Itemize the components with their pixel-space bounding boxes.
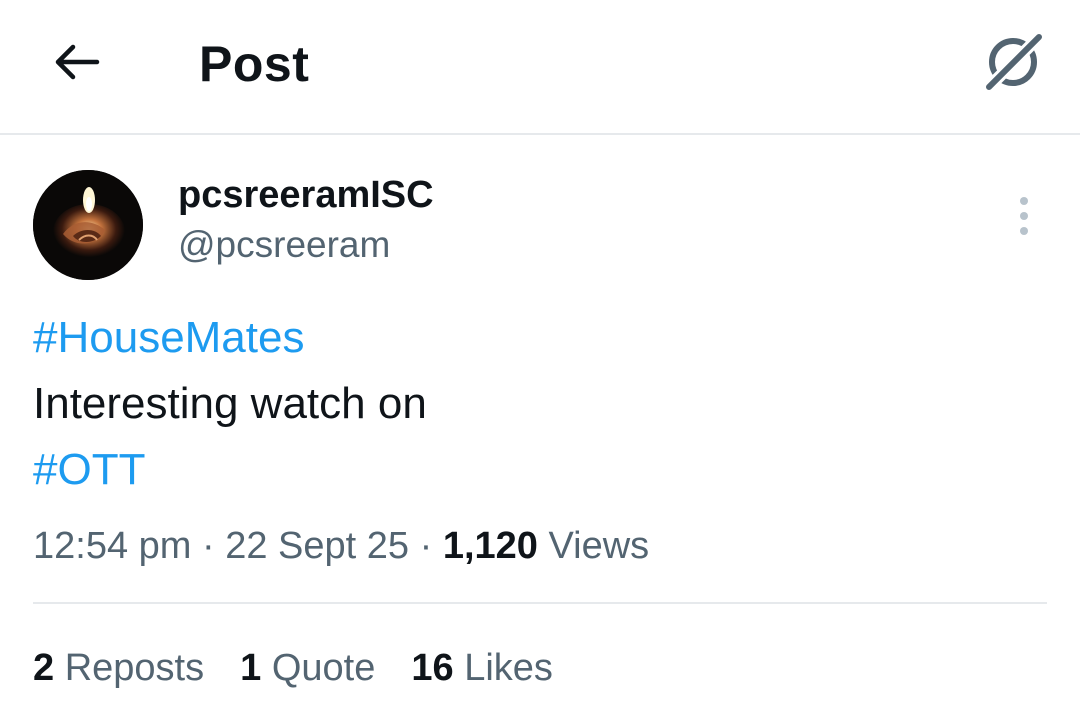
stat-spacer	[375, 642, 411, 694]
meta-separator: ·	[191, 525, 226, 567]
grok-icon	[981, 29, 1047, 93]
back-button[interactable]	[44, 30, 108, 94]
post-time[interactable]: 12:54 pm	[33, 525, 191, 567]
hashtag-link[interactable]: #HouseMates	[33, 305, 427, 371]
arrow-left-icon	[55, 44, 100, 80]
likes-count: 16	[411, 647, 454, 689]
post-text-line: Interesting watch on	[33, 379, 427, 428]
more-vertical-icon	[1020, 197, 1028, 205]
likes-label: Likes	[464, 647, 553, 689]
divider	[33, 602, 1047, 604]
more-vertical-icon-dot	[1020, 212, 1028, 220]
post-detail-page: Post pcsreeramISC @pcsreeram #HouseMates…	[0, 0, 1080, 718]
more-options-button[interactable]	[1004, 188, 1044, 244]
post-date[interactable]: 22 Sept 25	[225, 525, 409, 567]
engagement-stats: 2 Reposts 1 Quote 16 Likes	[33, 642, 553, 694]
hashtag-link[interactable]: #OTT	[33, 437, 427, 503]
reposts-stat[interactable]: 2 Reposts	[33, 642, 204, 694]
candle-rose-avatar	[33, 170, 143, 280]
author-handle[interactable]: @pcsreeram	[178, 222, 390, 268]
page-title: Post	[199, 36, 310, 92]
grok-button[interactable]	[974, 26, 1054, 96]
likes-stat[interactable]: 16 Likes	[411, 642, 553, 694]
views-count: 1,120	[442, 525, 538, 567]
post-meta: 12:54 pm · 22 Sept 25 · 1,120 Views	[33, 520, 649, 572]
quotes-count: 1	[240, 647, 262, 689]
quotes-label: Quote	[271, 647, 376, 689]
quotes-stat[interactable]: 1 Quote	[240, 642, 375, 694]
post-body: #HouseMates Interesting watch on #OTT	[33, 305, 427, 503]
meta-separator: ·	[409, 525, 443, 567]
views-label: Views	[548, 525, 650, 567]
stat-spacer	[204, 642, 240, 694]
more-vertical-icon-dot	[1020, 227, 1028, 235]
reposts-label: Reposts	[64, 647, 205, 689]
top-bar: Post	[0, 0, 1080, 135]
reposts-count: 2	[33, 647, 55, 689]
avatar[interactable]	[33, 170, 143, 280]
author-display-name[interactable]: pcsreeramISC	[178, 172, 434, 218]
